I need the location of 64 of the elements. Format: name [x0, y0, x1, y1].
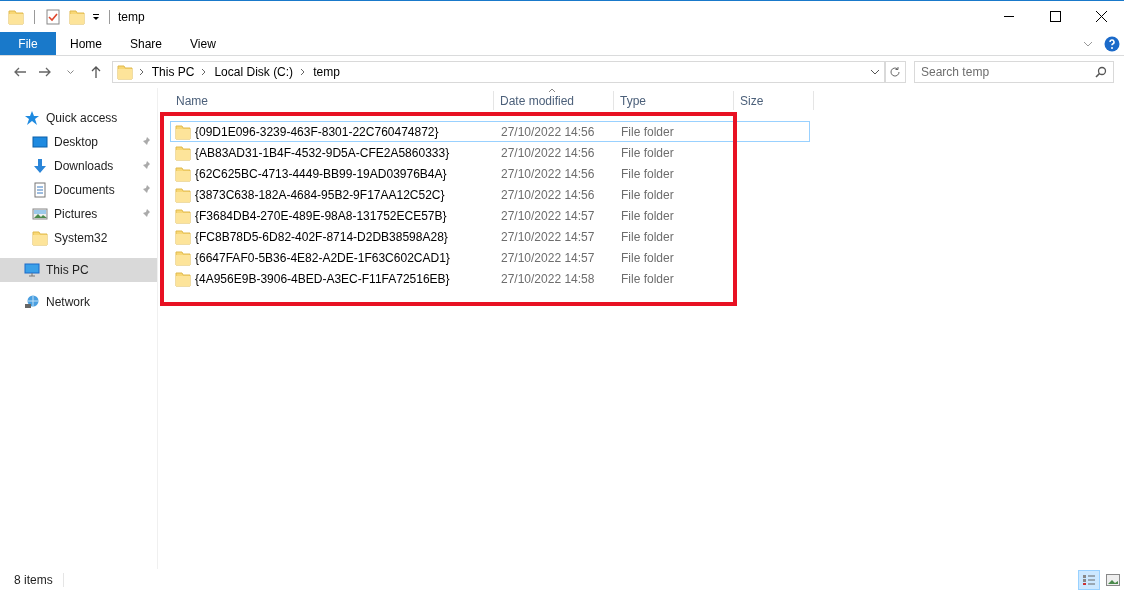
- item-count: 8 items: [14, 572, 53, 589]
- dropdown-icon[interactable]: [91, 11, 101, 22]
- window-title: temp: [118, 8, 145, 26]
- sidebar-item[interactable]: Desktop: [0, 130, 157, 154]
- sidebar-item[interactable]: Downloads: [0, 154, 157, 178]
- file-row[interactable]: {6647FAF0-5B36-4E82-A2DE-1F63C602CAD1} 27/10/2022 14:57 File folder: [170, 247, 810, 268]
- ribbon-tab[interactable]: File: [0, 32, 56, 55]
- minimize-icon: [1004, 16, 1014, 17]
- folder-icon: [175, 144, 191, 161]
- document-icon: [32, 182, 48, 198]
- file-row[interactable]: {4A956E9B-3906-4BED-A3EC-F11FA72516EB} 27/10/2022 14:58 File folder: [170, 268, 810, 289]
- breadcrumb[interactable]: This PC: [150, 63, 196, 81]
- folder-icon: [175, 228, 191, 245]
- breadcrumb[interactable]: temp: [312, 63, 341, 81]
- refresh-icon: [889, 66, 902, 78]
- file-row[interactable]: {3873C638-182A-4684-95B2-9F17AA12C52C} 27/10/2022 14:56 File folder: [170, 184, 810, 205]
- search-field[interactable]: Search temp: [914, 61, 1114, 83]
- sidebar-item[interactable]: System32: [0, 226, 157, 250]
- column-header[interactable]: Name: [170, 91, 494, 110]
- sidebar-item[interactable]: Network: [0, 290, 157, 314]
- chevron-right-icon: [138, 68, 145, 76]
- folder-icon: [175, 165, 191, 182]
- address-bar[interactable]: This PC Local Disk (C:) temp: [111, 61, 885, 83]
- file-row[interactable]: {09D1E096-3239-463F-8301-22C760474872} 27/10/2022 14:56 File folder: [170, 121, 810, 142]
- file-row[interactable]: {F3684DB4-270E-489E-98A8-131752ECE57B} 27/10/2022 14:57 File folder: [170, 205, 810, 226]
- folder-icon: [116, 64, 133, 80]
- ribbon-tab[interactable]: Share: [116, 32, 177, 55]
- sidebar-item[interactable]: Quick access: [0, 106, 157, 130]
- sidebar-item[interactable]: Documents: [0, 178, 157, 202]
- column-header[interactable]: Size: [734, 91, 814, 110]
- help-icon[interactable]: [1104, 35, 1120, 52]
- folder-icon: [32, 230, 48, 246]
- landscape-icon: [32, 206, 48, 222]
- file-row[interactable]: {AB83AD31-1B4F-4532-9D5A-CFE2A5860333} 27/10/2022 14:56 File folder: [170, 142, 810, 163]
- list-icon: [1082, 574, 1096, 586]
- recent-icon: [67, 70, 75, 74]
- folder-icon: [175, 207, 191, 224]
- chevron-right-icon: [201, 68, 208, 76]
- image-icon: [1106, 574, 1120, 586]
- folder-icon: [175, 186, 191, 203]
- chevron-down-icon[interactable]: [869, 67, 880, 77]
- column-header[interactable]: Type: [614, 91, 734, 110]
- ribbon-tab[interactable]: View: [176, 32, 230, 55]
- folder-icon: [175, 249, 191, 266]
- folder-icon: [175, 270, 191, 287]
- details-view-button[interactable]: [1078, 570, 1100, 590]
- search-icon: [1095, 66, 1107, 78]
- folder-icon: [175, 123, 191, 140]
- file-row[interactable]: {62C625BC-4713-4449-BB99-19AD03976B4A} 27/10/2022 14:56 File folder: [170, 163, 810, 184]
- sidebar-item[interactable]: Pictures: [0, 202, 157, 226]
- desktop-icon: [32, 134, 48, 150]
- file-row[interactable]: {FC8B78D5-6D82-402F-8714-D2DB38598A28} 27/10/2022 14:57 File folder: [170, 226, 810, 247]
- globe-icon: [24, 294, 40, 310]
- checklist-icon[interactable]: [45, 8, 61, 25]
- column-header[interactable]: Date modified: [494, 91, 614, 110]
- chevron-right-icon: [300, 68, 307, 76]
- monitor-icon: [24, 262, 40, 278]
- sidebar-item[interactable]: This PC: [0, 258, 157, 282]
- down-arrow-icon: [32, 158, 48, 174]
- close-icon: [1095, 11, 1107, 22]
- star-icon: [24, 110, 40, 126]
- breadcrumb[interactable]: Local Disk (C:): [213, 63, 295, 81]
- ribbon-tab[interactable]: Home: [56, 32, 116, 55]
- maximize-icon: [1049, 11, 1061, 22]
